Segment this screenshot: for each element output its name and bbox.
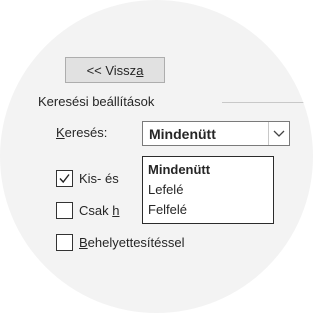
whole-words-accelerator: h [112, 202, 120, 218]
back-button-accelerator: a [136, 62, 144, 78]
match-case-checkbox[interactable] [56, 169, 73, 187]
checkbox-row-whole-words[interactable]: Csak h [56, 200, 119, 220]
search-direction-value: Mindenütt [149, 126, 216, 142]
search-label-text: eresés: [64, 125, 108, 140]
search-direction-label: Keresés: [56, 125, 107, 140]
search-direction-dropdown: Mindenütt Lefelé Felfelé [142, 156, 274, 224]
wildcards-accelerator: B [79, 234, 88, 250]
chevron-down-icon[interactable] [268, 122, 289, 145]
search-label-accelerator: K [56, 125, 65, 140]
match-case-label: Kis- és [79, 170, 119, 186]
navigator-panel: << Vissz a Keresési beállítások Keresés: … [0, 0, 313, 313]
wildcards-checkbox[interactable] [56, 233, 73, 251]
back-button-label: << Vissz [86, 62, 137, 78]
whole-words-checkbox[interactable] [56, 201, 73, 219]
back-button[interactable]: << Vissz a [65, 57, 165, 83]
search-direction-select[interactable]: Mindenütt [142, 121, 290, 146]
dropdown-option-up[interactable]: Felfelé [148, 202, 187, 218]
checkbox-row-wildcards[interactable]: Behelyettesítéssel [56, 232, 185, 252]
checkmark-icon [59, 173, 70, 183]
search-options-title: Keresési beállítások [38, 94, 159, 109]
magnified-view: << Vissz a Keresési beállítások Keresés: … [0, 0, 313, 313]
dropdown-option-down[interactable]: Lefelé [148, 182, 183, 198]
wildcards-label: ehelyettesítéssel [87, 234, 185, 250]
checkbox-row-match-case[interactable]: Kis- és [56, 168, 119, 188]
group-divider [222, 102, 313, 103]
dropdown-option-everywhere[interactable]: Mindenütt [148, 162, 210, 178]
whole-words-label: Csak [79, 202, 113, 218]
